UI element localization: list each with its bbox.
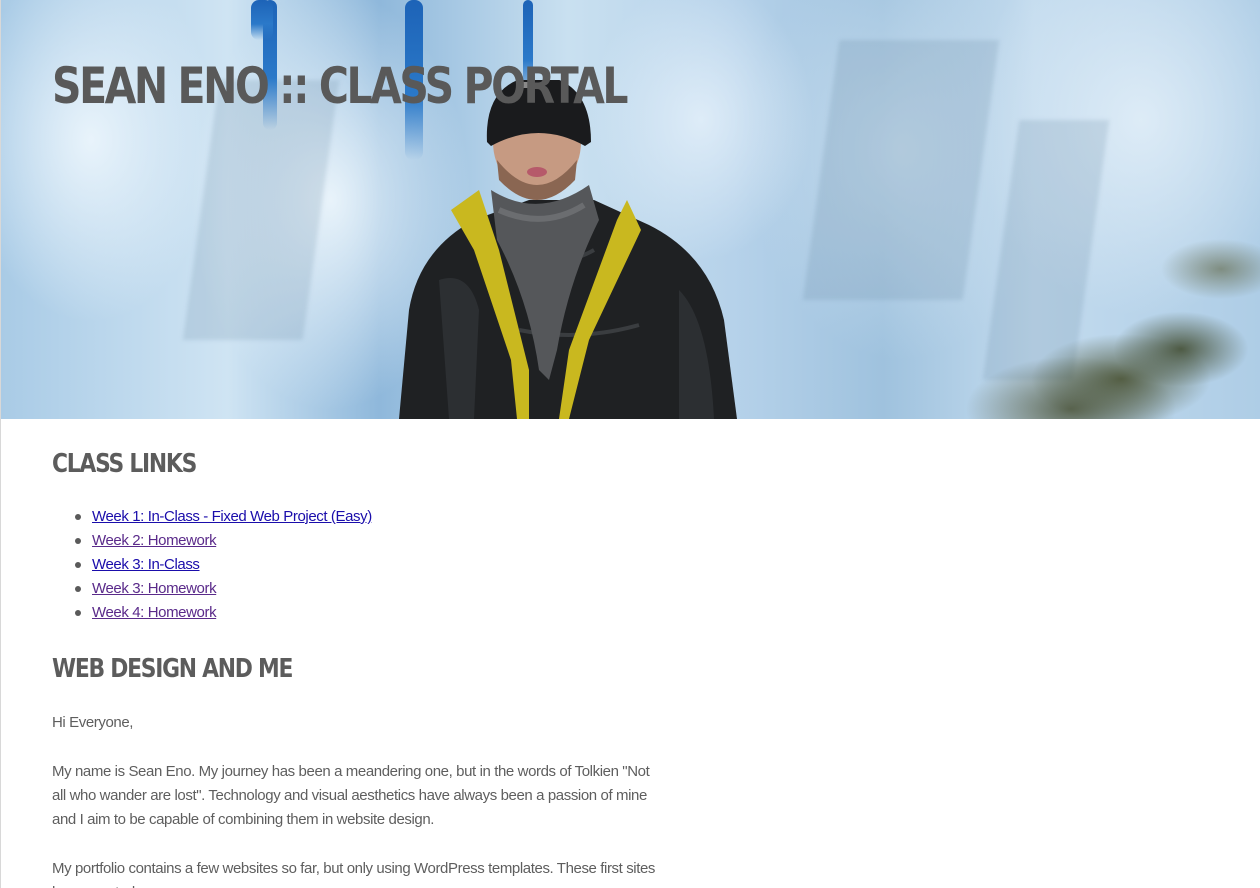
- page: SEAN ENO :: CLASS PORTAL CLASS LINKS Wee…: [0, 0, 1260, 888]
- link-week3-inclass[interactable]: Week 3: In-Class: [92, 556, 200, 573]
- list-item: Week 4: Homework: [75, 601, 372, 625]
- hero-banner: SEAN ENO :: CLASS PORTAL: [1, 0, 1260, 419]
- link-week1-inclass[interactable]: Week 1: In-Class - Fixed Web Project (Ea…: [92, 508, 372, 525]
- link-week2-homework[interactable]: Week 2: Homework: [92, 532, 217, 549]
- tree-foliage: [961, 179, 1260, 419]
- list-item: Week 2: Homework: [75, 529, 372, 553]
- link-week4-homework[interactable]: Week 4: Homework: [92, 604, 217, 621]
- link-week3-homework[interactable]: Week 3: Homework: [92, 580, 217, 597]
- bullet-icon: [75, 586, 81, 592]
- bullet-icon: [75, 538, 81, 544]
- list-item: Week 1: In-Class - Fixed Web Project (Ea…: [75, 505, 372, 529]
- bullet-icon: [75, 610, 81, 616]
- bullet-icon: [75, 514, 81, 520]
- web-design-heading: WEB DESIGN AND ME: [52, 654, 293, 684]
- class-links-list: Week 1: In-Class - Fixed Web Project (Ea…: [52, 505, 372, 625]
- list-item: Week 3: In-Class: [75, 553, 372, 577]
- class-links-heading: CLASS LINKS: [52, 449, 197, 479]
- ice-shadow: [182, 80, 340, 340]
- bullet-icon: [75, 562, 81, 568]
- site-title: SEAN ENO :: CLASS PORTAL: [52, 57, 628, 115]
- portfolio-paragraph: My portfolio contains a few websites so …: [52, 860, 656, 888]
- intro-paragraph: My name is Sean Eno. My journey has been…: [52, 763, 650, 828]
- greeting-text: Hi Everyone,: [52, 714, 134, 731]
- list-item: Week 3: Homework: [75, 577, 372, 601]
- hero-person-photo: [399, 80, 737, 419]
- ice-crevasse: [251, 0, 273, 40]
